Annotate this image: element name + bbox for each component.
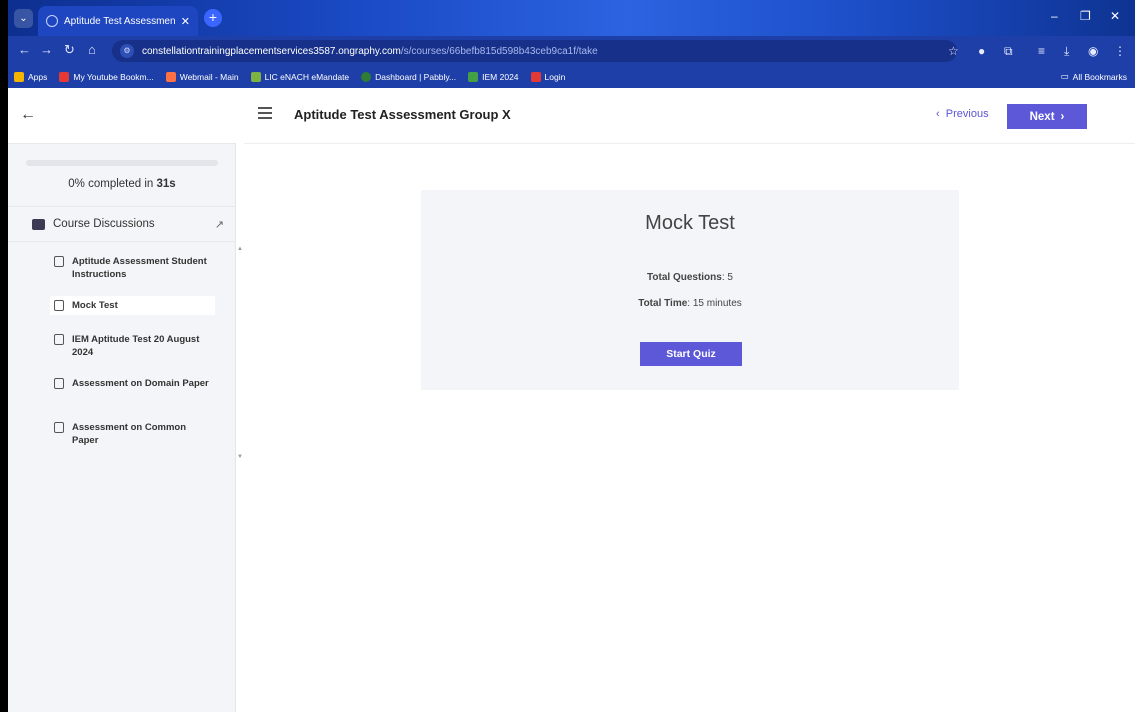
- progress-bar: [26, 160, 218, 166]
- total-questions: Total Questions: 5: [647, 272, 733, 283]
- bookmark-youtube[interactable]: My Youtube Bookm...: [59, 72, 154, 82]
- course-title: Aptitude Test Assessment Group X: [294, 107, 511, 122]
- lesson-item-instructions[interactable]: Aptitude Assessment Student Instructions: [50, 252, 215, 284]
- bookmark-lic[interactable]: LIC eNACH eMandate: [250, 72, 349, 82]
- site-info-icon[interactable]: ⚙: [120, 44, 134, 58]
- tab-strip: ⌄ Aptitude Test Assessment Grou ✕ + – ❐ …: [8, 0, 1135, 36]
- progress-box: 0% completed in 31s: [8, 144, 236, 204]
- page-content: ← 0% completed in 31s Course Discussions…: [8, 88, 1135, 712]
- profile-avatar-icon[interactable]: ◉: [1088, 44, 1098, 58]
- quiz-card: Mock Test Total Questions: 5 Total Time:…: [421, 190, 959, 390]
- course-sidebar: ← 0% completed in 31s Course Discussions…: [8, 88, 236, 712]
- scroll-down-icon[interactable]: ▼: [237, 454, 243, 460]
- next-button[interactable]: Next ›: [1007, 104, 1087, 129]
- chevron-right-icon: ›: [1060, 110, 1065, 123]
- tab-favicon-icon: [46, 15, 58, 27]
- kebab-menu-icon[interactable]: ⋮: [1114, 44, 1126, 58]
- course-discussions[interactable]: Course Discussions ↗: [8, 206, 236, 242]
- quiz-icon: [54, 300, 64, 311]
- sidebar-scrollbar[interactable]: ▲ ▼: [236, 244, 244, 464]
- apps-grid-icon: [14, 72, 24, 82]
- lesson-list: Aptitude Assessment Student Instructions…: [8, 244, 236, 462]
- new-tab-plus-icon[interactable]: +: [204, 9, 222, 27]
- document-icon: [54, 422, 64, 433]
- minimize-icon[interactable]: –: [1051, 9, 1058, 23]
- lesson-item-domain-paper[interactable]: Assessment on Domain Paper: [50, 374, 215, 393]
- star-icon[interactable]: ☆: [948, 44, 959, 58]
- lesson-item-mock-test[interactable]: Mock Test: [50, 296, 215, 315]
- webmail-icon: [165, 72, 176, 82]
- all-bookmarks[interactable]: ▭ All Bookmarks: [1061, 71, 1127, 82]
- total-time: Total Time: 15 minutes: [638, 298, 742, 309]
- forward-arrow-icon[interactable]: →: [40, 42, 53, 57]
- login-icon: [530, 72, 541, 82]
- back-arrow-icon[interactable]: ←: [18, 42, 31, 57]
- youtube-icon: [59, 72, 70, 82]
- home-icon[interactable]: ⌂: [88, 42, 96, 57]
- reload-icon[interactable]: ↻: [64, 42, 75, 58]
- document-icon: [54, 256, 64, 267]
- address-bar[interactable]: ⚙ constellationtrainingplacementservices…: [112, 40, 957, 62]
- tab-close-icon[interactable]: ✕: [181, 15, 190, 28]
- download-icon[interactable]: ⤓: [1064, 44, 1069, 59]
- previous-button[interactable]: ‹ Previous: [936, 108, 989, 120]
- browser-tab[interactable]: Aptitude Test Assessment Grou ✕: [38, 6, 198, 36]
- bookmark-pabbly[interactable]: Dashboard | Pabbly...: [361, 72, 456, 82]
- scroll-up-icon[interactable]: ▲: [237, 246, 243, 252]
- bookmark-webmail[interactable]: Webmail - Main: [165, 72, 239, 82]
- document-icon: [54, 378, 64, 389]
- hamburger-menu-icon[interactable]: [258, 107, 272, 119]
- discussions-label: Course Discussions: [53, 218, 155, 230]
- close-window-icon[interactable]: ✕: [1110, 9, 1120, 23]
- quiz-title: Mock Test: [645, 212, 735, 234]
- chevron-left-icon: ‹: [936, 108, 940, 120]
- chat-bubble-icon: [32, 218, 45, 230]
- external-link-icon[interactable]: ↗: [215, 218, 224, 231]
- lic-icon: [250, 72, 261, 82]
- puzzle-icon[interactable]: ⧉: [1004, 44, 1013, 59]
- browser-window: ⌄ Aptitude Test Assessment Grou ✕ + – ❐ …: [8, 0, 1135, 712]
- start-quiz-button[interactable]: Start Quiz: [640, 342, 742, 366]
- document-icon: [54, 334, 64, 345]
- lesson-item-common-paper[interactable]: Assessment on Common Paper: [50, 418, 215, 450]
- bookmark-iem[interactable]: IEM 2024: [468, 72, 519, 82]
- lesson-item-iem-aptitude[interactable]: IEM Aptitude Test 20 August 2024: [50, 330, 215, 362]
- tab-search-icon[interactable]: ⌄: [14, 9, 33, 28]
- pabbly-icon: [361, 72, 372, 82]
- tab-title: Aptitude Test Assessment Grou: [64, 15, 175, 27]
- bookmark-apps[interactable]: Apps: [14, 72, 47, 82]
- address-row: ← → ↻ ⌂ ⚙ constellationtrainingplacement…: [8, 36, 1135, 66]
- bookmarks-bar: Apps My Youtube Bookm... Webmail - Main …: [8, 66, 1135, 88]
- reading-list-icon[interactable]: ≡: [1038, 44, 1045, 58]
- sidebar-header: ←: [8, 88, 236, 144]
- progress-text: 0% completed in 31s: [68, 178, 176, 190]
- course-header: Aptitude Test Assessment Group X ‹ Previ…: [244, 88, 1135, 144]
- back-arrow-icon[interactable]: ←: [20, 106, 36, 124]
- extension-icon[interactable]: ●: [978, 44, 985, 58]
- bookmark-login[interactable]: Login: [530, 72, 565, 82]
- drive-icon: [468, 72, 479, 82]
- url-text: constellationtrainingplacementservices35…: [142, 45, 598, 57]
- folder-icon: ▭: [1060, 71, 1069, 81]
- restore-icon[interactable]: ❐: [1080, 9, 1091, 23]
